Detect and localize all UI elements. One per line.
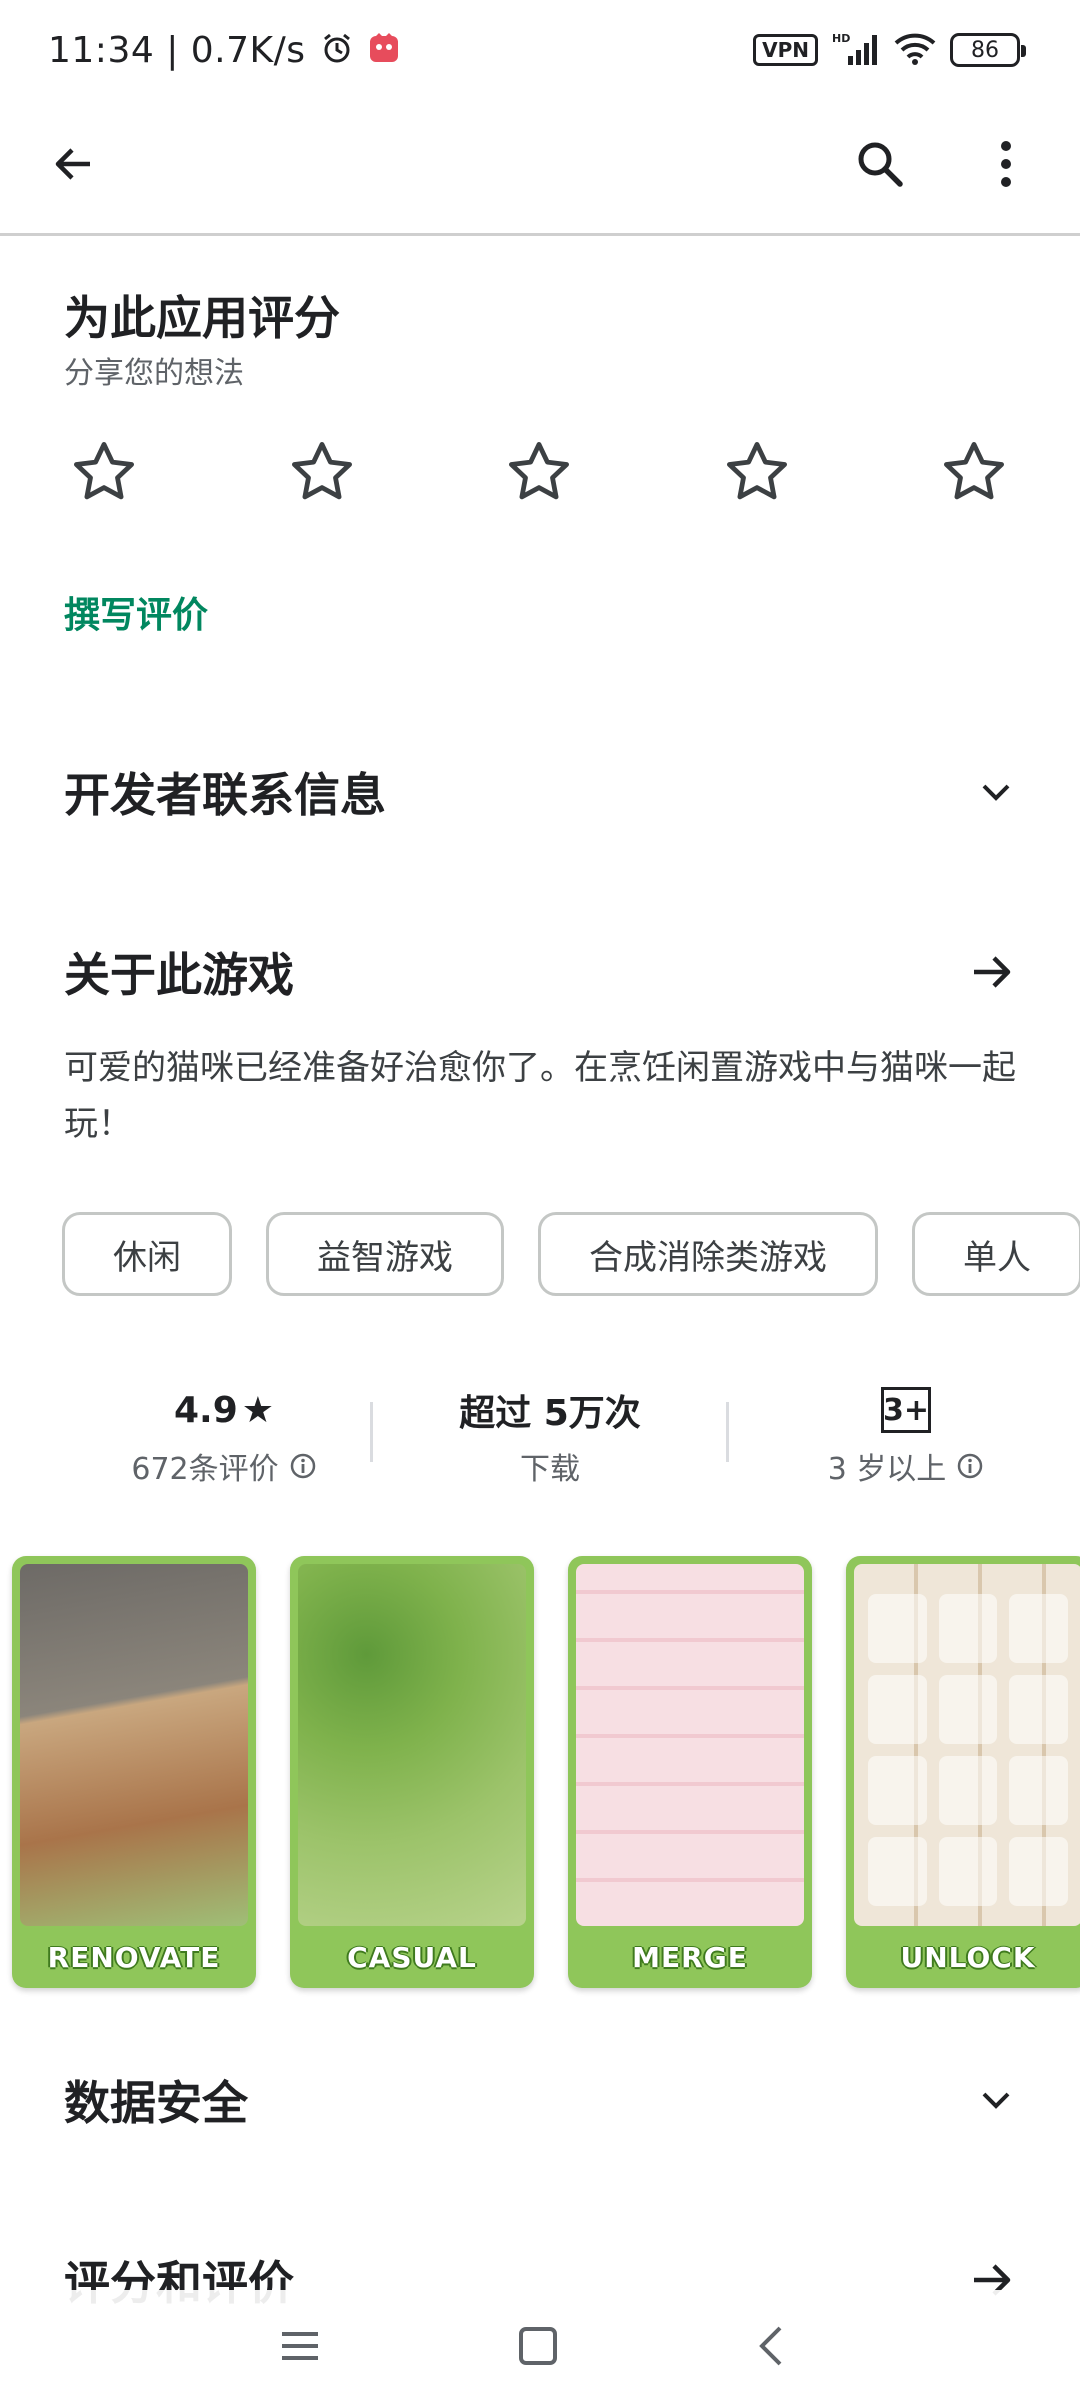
about-game-title: 关于此游戏	[64, 948, 294, 1002]
screenshot-image	[20, 1564, 248, 1926]
age-rating-stat[interactable]: 3+ 3 岁以上	[746, 1384, 1066, 1488]
square-home-icon	[519, 2327, 557, 2365]
screenshot-thumbnail[interactable]: UNLOCK	[846, 1556, 1080, 1988]
status-left: 11:34 | 0.7K/s	[48, 26, 400, 74]
screenshot-thumbnail[interactable]: MERGE	[568, 1556, 812, 1988]
vpn-badge: VPN	[753, 34, 818, 66]
status-time-speed: 11:34 | 0.7K/s	[48, 29, 306, 71]
menu-icon	[282, 2332, 318, 2360]
status-right: VPN HD 86	[753, 30, 1026, 70]
screenshot-image	[854, 1564, 1080, 1926]
chevron-down-icon	[982, 784, 1010, 801]
screenshot-image	[298, 1564, 526, 1926]
screenshot-thumbnail[interactable]: RENOVATE	[12, 1556, 256, 1988]
app-bar	[0, 100, 1080, 236]
star-outline-icon	[291, 442, 352, 500]
screenshot-label: CASUAL	[347, 1940, 477, 1974]
info-icon	[290, 1453, 315, 1479]
star-4-button[interactable]	[717, 432, 797, 512]
screenshot-label: UNLOCK	[900, 1940, 1036, 1974]
search-icon	[858, 142, 903, 187]
stat-divider	[370, 1402, 373, 1462]
chevron-left-icon	[759, 2326, 782, 2366]
developer-contact-header[interactable]: 开发者联系信息	[64, 752, 1016, 832]
star-outline-icon	[509, 442, 569, 500]
alarm-icon	[320, 31, 354, 69]
search-button[interactable]	[840, 124, 920, 204]
star-filled-icon: ★	[241, 1389, 275, 1431]
developer-contact-title: 开发者联系信息	[64, 768, 386, 822]
downloads-stat: 超过 5万次 下载	[390, 1384, 710, 1488]
tag-chip[interactable]: 合成消除类游戏	[538, 1212, 878, 1296]
stats-row: 4.9 ★ 672条评价 超过 5万次 下载 3+ 3 岁以上	[64, 1384, 1080, 1494]
back-button[interactable]	[34, 124, 114, 204]
rate-title: 为此应用评分	[64, 291, 340, 345]
chevron-down-icon	[982, 2092, 1010, 2109]
star-outline-icon	[74, 442, 134, 500]
home-button[interactable]	[496, 2304, 580, 2388]
downloads-label: 下载	[520, 1452, 580, 1487]
screenshot-carousel[interactable]: RENOVATE CASUAL MERGE UNLOCK	[12, 1556, 1080, 1988]
about-game-description: 可爱的猫咪已经准备好治愈你了。在烹饪闲置游戏中与猫咪一起玩！	[64, 1048, 1016, 1144]
screenshot-image	[576, 1564, 804, 1926]
rate-subtitle: 分享您的想法	[64, 356, 244, 391]
star-5-button[interactable]	[934, 432, 1014, 512]
rating-stars	[64, 432, 1014, 516]
write-review-link[interactable]: 撰写评价	[64, 586, 208, 638]
age-rating-badge: 3+	[881, 1387, 931, 1433]
recent-apps-button[interactable]	[258, 2304, 342, 2388]
more-options-button[interactable]	[966, 124, 1046, 204]
tag-chips: 休闲 益智游戏 合成消除类游戏 单人	[62, 1212, 1080, 1296]
screenshot-thumbnail[interactable]: CASUAL	[290, 1556, 534, 1988]
tag-chip[interactable]: 益智游戏	[266, 1212, 504, 1296]
arrow-left-icon	[55, 148, 90, 180]
screenshot-label: MERGE	[632, 1940, 748, 1974]
data-safety-title: 数据安全	[64, 2076, 248, 2130]
rating-count: 672条评价	[131, 1452, 279, 1487]
signal-icon: HD	[832, 30, 880, 70]
status-bar: 11:34 | 0.7K/s VPN HD 86	[0, 0, 1080, 100]
more-vert-icon	[1001, 141, 1011, 187]
star-outline-icon	[726, 442, 787, 500]
star-3-button[interactable]	[499, 432, 579, 512]
tag-chip[interactable]: 休闲	[62, 1212, 232, 1296]
rating-value: 4.9	[173, 1389, 238, 1431]
screenshot-label: RENOVATE	[47, 1940, 221, 1974]
info-icon	[958, 1453, 983, 1479]
about-game-header[interactable]: 关于此游戏	[64, 932, 1016, 1012]
system-back-button[interactable]	[730, 2304, 814, 2388]
tag-chip[interactable]: 单人	[912, 1212, 1080, 1296]
svg-text:HD: HD	[832, 32, 850, 45]
age-rating-label: 3 岁以上	[827, 1452, 947, 1487]
app-notification-icon	[368, 32, 400, 68]
rating-stat[interactable]: 4.9 ★ 672条评价	[64, 1384, 384, 1488]
downloads-value: 超过 5万次	[459, 1393, 641, 1434]
system-navigation-bar	[0, 2290, 1080, 2400]
star-2-button[interactable]	[282, 432, 362, 512]
data-safety-header[interactable]: 数据安全	[64, 2060, 1016, 2140]
arrow-right-icon	[974, 956, 1011, 988]
stat-divider	[726, 1402, 729, 1462]
wifi-icon	[894, 31, 936, 69]
battery-indicator: 86	[950, 33, 1026, 67]
star-outline-icon	[944, 442, 1004, 500]
star-1-button[interactable]	[64, 432, 144, 512]
